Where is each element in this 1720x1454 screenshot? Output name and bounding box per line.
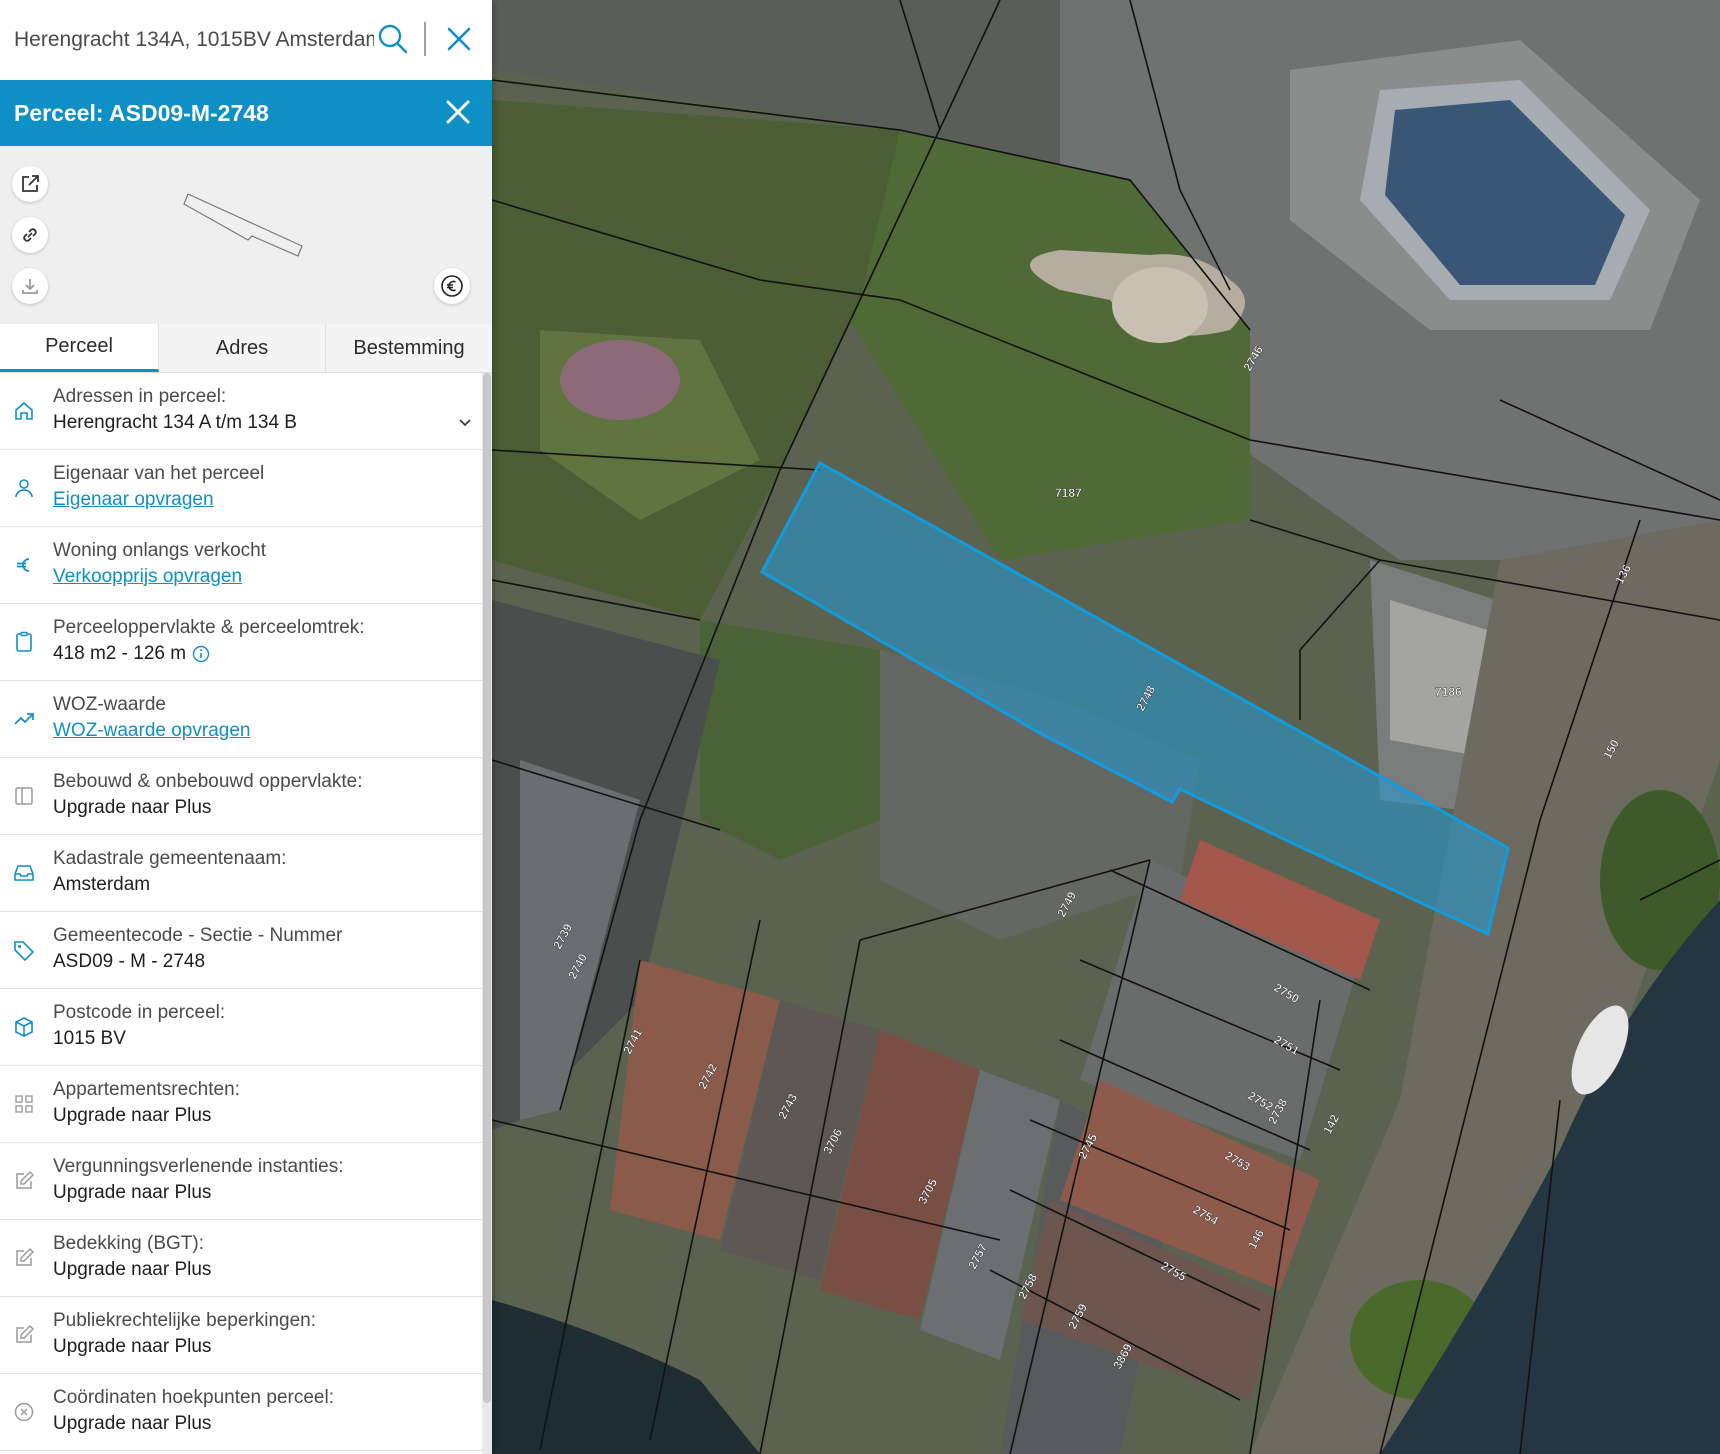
list-item-postcode: Postcode in perceel: 1015 BV <box>0 989 482 1066</box>
row-value-wrap: 418 m2 - 126 m <box>53 643 210 665</box>
upgrade-plus-text[interactable]: Upgrade naar Plus <box>53 797 211 819</box>
row-label: Publiekrechtelijke beperkingen: <box>53 1310 316 1331</box>
upgrade-plus-text[interactable]: Upgrade naar Plus <box>53 1182 211 1204</box>
chevron-down-icon[interactable] <box>456 413 474 431</box>
close-icon[interactable] <box>440 94 476 130</box>
box-icon <box>15 1017 33 1037</box>
link-icon <box>23 228 37 242</box>
list-item-oppervlakte: Perceeloppervlakte & perceelomtrek: 418 … <box>0 604 482 681</box>
person-icon <box>15 479 33 498</box>
row-value: Herengracht 134 A t/m 134 B <box>53 412 297 433</box>
search-icon[interactable] <box>376 22 410 56</box>
search-input[interactable] <box>14 20 374 60</box>
row-value: ASD09 - M - 2748 <box>53 951 206 972</box>
row-label: WOZ-waarde <box>53 694 166 715</box>
row-label: Bebouwd & onbebouwd oppervlakte: <box>53 771 363 792</box>
info-icon[interactable] <box>192 645 210 663</box>
row-label: Eigenaar van het perceel <box>53 463 265 484</box>
row-value: Amsterdam <box>53 874 151 895</box>
row-label: Coördinaten hoekpunten perceel: <box>53 1387 334 1408</box>
row-label: Woning onlangs verkocht <box>53 540 266 561</box>
edit-icon <box>16 1170 35 1189</box>
tab-bar: Perceel Adres Bestemming <box>0 324 492 373</box>
row-label: Bedekking (BGT): <box>53 1233 204 1254</box>
price-button[interactable] <box>434 268 470 304</box>
edit-icon <box>16 1324 35 1343</box>
list-item-appartementsrechten: Appartementsrechten: Upgrade naar Plus <box>0 1066 482 1143</box>
sale-price-request-link[interactable]: Verkoopprijs opvragen <box>53 566 242 588</box>
page-title: Perceel: ASD09-M-2748 <box>14 100 269 126</box>
list-item-woz: WOZ-waarde WOZ-waarde opvragen <box>0 681 482 758</box>
list-item-coordinaten: Coördinaten hoekpunten perceel: Upgrade … <box>0 1374 482 1451</box>
panel-header: Perceel: ASD09-M-2748 <box>0 80 492 146</box>
inbox-icon <box>14 865 34 881</box>
scrollbar[interactable] <box>482 373 492 1454</box>
parcel-info-panel: Perceel: ASD09-M-2748 Perceel Adres Best… <box>0 0 492 1454</box>
row-label: Gemeentecode - Sectie - Nummer <box>53 925 343 946</box>
upgrade-plus-text[interactable]: Upgrade naar Plus <box>53 1105 211 1127</box>
row-label: Adressen in perceel: <box>53 386 227 407</box>
copy-link-button[interactable] <box>12 217 48 253</box>
owner-request-link[interactable]: Eigenaar opvragen <box>53 489 214 511</box>
row-label: Postcode in perceel: <box>53 1002 226 1023</box>
search-bar <box>0 0 492 80</box>
parcel-number-label: 7186 <box>1435 685 1462 699</box>
clear-search-icon[interactable] <box>442 22 476 56</box>
list-item-gemeentecode: Gemeentecode - Sectie - Nummer ASD09 - M… <box>0 912 482 989</box>
edit-icon <box>16 1247 35 1266</box>
parcel-number-label: 7187 <box>1055 486 1082 500</box>
row-value: 418 m2 - 126 m <box>53 643 187 664</box>
trend-up-icon <box>14 713 34 725</box>
grid-icon <box>15 1095 33 1113</box>
open-external-button[interactable] <box>12 166 48 202</box>
row-label: Perceeloppervlakte & perceelomtrek: <box>53 617 365 638</box>
tag-icon <box>14 941 35 962</box>
tab-bestemming[interactable]: Bestemming <box>326 324 492 372</box>
list-item-vergunning: Vergunningsverlenende instanties: Upgrad… <box>0 1143 482 1220</box>
clipboard-icon <box>16 631 32 652</box>
download-icon <box>22 279 38 294</box>
upgrade-plus-text[interactable]: Upgrade naar Plus <box>53 1336 211 1358</box>
x-circle-icon <box>14 1402 34 1422</box>
euro-circle-icon <box>441 275 463 297</box>
search-divider <box>424 22 426 56</box>
list-item-bedekking: Bedekking (BGT): Upgrade naar Plus <box>0 1220 482 1297</box>
parcel-shape-thumbnail <box>183 193 303 257</box>
list-item-verkocht: Woning onlangs verkocht Verkoopprijs opv… <box>0 527 482 604</box>
list-item-adressen[interactable]: Adressen in perceel: Herengracht 134 A t… <box>0 373 482 450</box>
row-label: Vergunningsverlenende instanties: <box>53 1156 344 1177</box>
upgrade-plus-text[interactable]: Upgrade naar Plus <box>53 1413 211 1435</box>
woz-request-link[interactable]: WOZ-waarde opvragen <box>53 720 250 742</box>
panel-icon <box>15 787 33 805</box>
tab-adres[interactable]: Adres <box>159 324 326 372</box>
euro-icon <box>17 558 30 572</box>
scrollbar-thumb[interactable] <box>483 373 491 1403</box>
list-item-gemeentenaam: Kadastrale gemeentenaam: Amsterdam <box>0 835 482 912</box>
list-item-eigenaar: Eigenaar van het perceel Eigenaar opvrag… <box>0 450 482 527</box>
tab-perceel[interactable]: Perceel <box>0 324 159 372</box>
upgrade-plus-text[interactable]: Upgrade naar Plus <box>53 1259 211 1281</box>
parcel-details-list: Adressen in perceel: Herengracht 134 A t… <box>0 373 482 1451</box>
external-link-icon <box>22 175 39 192</box>
download-button[interactable] <box>12 268 48 304</box>
row-label: Kadastrale gemeentenaam: <box>53 848 287 869</box>
parcel-preview <box>0 146 492 324</box>
list-item-beperkingen: Publiekrechtelijke beperkingen: Upgrade … <box>0 1297 482 1374</box>
list-item-bebouwd: Bebouwd & onbebouwd oppervlakte: Upgrade… <box>0 758 482 835</box>
row-value: 1015 BV <box>53 1028 126 1049</box>
row-label: Appartementsrechten: <box>53 1079 240 1100</box>
home-icon <box>15 401 33 420</box>
